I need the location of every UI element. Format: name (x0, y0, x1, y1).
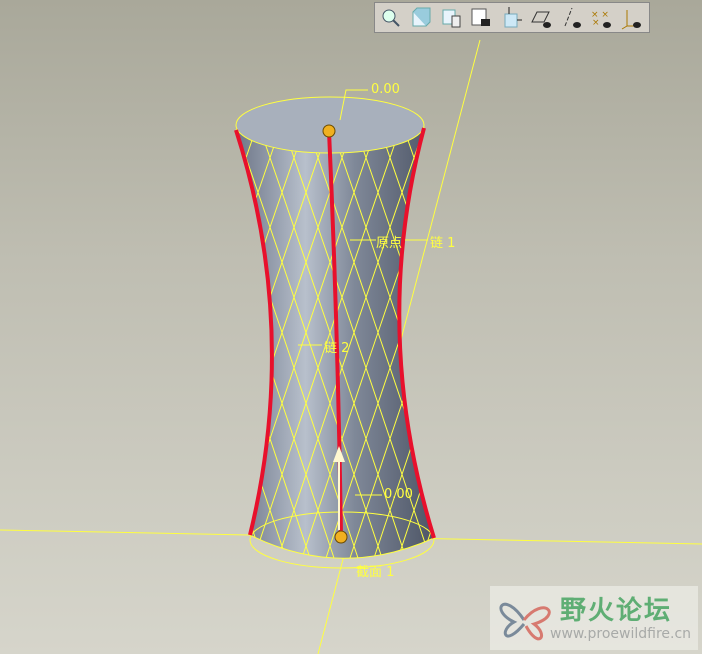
mesh-line (58, 100, 218, 570)
chain-1-label[interactable]: 链 1 (430, 232, 455, 251)
mesh-line (442, 100, 602, 570)
chain-2-label[interactable]: 链 2 (324, 337, 349, 356)
view-manager-button[interactable] (439, 6, 463, 30)
view-box-icon (412, 7, 431, 26)
mesh-line (0, 100, 146, 570)
point-display-button[interactable]: × × × (589, 6, 613, 30)
view-toolbar: × × × (374, 2, 650, 33)
axis-display-button[interactable] (559, 6, 583, 30)
view-box-button[interactable] (409, 6, 433, 30)
watermark-title: 野火论坛 (560, 596, 673, 626)
mesh-line (10, 100, 170, 570)
model-view (0, 39, 702, 654)
mesh-line (466, 100, 626, 570)
watermark-url: www.proewildfire.cn (550, 626, 692, 642)
mesh-line (10, 100, 170, 570)
mesh-line (0, 100, 146, 570)
mesh-line (538, 100, 698, 570)
mesh-line (562, 100, 702, 570)
point-display-icon: × ×× (591, 10, 611, 28)
mesh-line (538, 100, 698, 570)
mesh-line (0, 100, 122, 570)
mesh-line (466, 100, 626, 570)
watermark: 野火论坛 www.proewildfire.cn (490, 586, 698, 650)
axis-display-icon (564, 7, 581, 28)
bottom-value-label[interactable]: 0.00 (384, 487, 413, 502)
csys-display-icon (621, 9, 641, 29)
origin-label[interactable]: 原点 (376, 232, 402, 251)
top-value-label[interactable]: 0.00 (371, 82, 400, 97)
view-manager-icon (442, 9, 461, 27)
mesh-line (236, 109, 267, 559)
mesh-line (34, 100, 194, 570)
mesh-line (562, 100, 702, 570)
mesh-line (514, 100, 674, 570)
csys-display-button[interactable] (619, 6, 643, 30)
mesh-line (417, 109, 434, 559)
orient-icon (504, 6, 522, 27)
mesh-line (393, 109, 434, 559)
section-label[interactable]: 截面 1 (356, 561, 394, 580)
orient-button[interactable] (499, 6, 523, 30)
svg-text:×: × (592, 18, 600, 28)
mesh-line (236, 109, 243, 559)
mesh-line (417, 109, 434, 559)
start-point[interactable] (322, 124, 336, 138)
butterfly-logo-icon (499, 602, 551, 641)
zoom-button[interactable] (379, 6, 403, 30)
mesh-line (490, 100, 650, 570)
mesh-line (0, 100, 122, 570)
mesh-line (34, 100, 194, 570)
mesh-line (514, 100, 674, 570)
end-point[interactable] (334, 530, 348, 544)
mesh-line (442, 100, 602, 570)
mesh-line (58, 100, 218, 570)
zoom-icon (382, 9, 400, 27)
table-camera-button[interactable] (469, 6, 493, 30)
graphics-viewport[interactable]: 0.00 原点 链 1 链 2 0.00 截面 1 (0, 0, 702, 654)
mesh-line (236, 109, 267, 559)
plane-display-icon (531, 11, 551, 28)
plane-display-button[interactable] (529, 6, 553, 30)
mesh-line (490, 100, 650, 570)
table-camera-icon (471, 8, 490, 26)
mesh-line (236, 109, 243, 559)
